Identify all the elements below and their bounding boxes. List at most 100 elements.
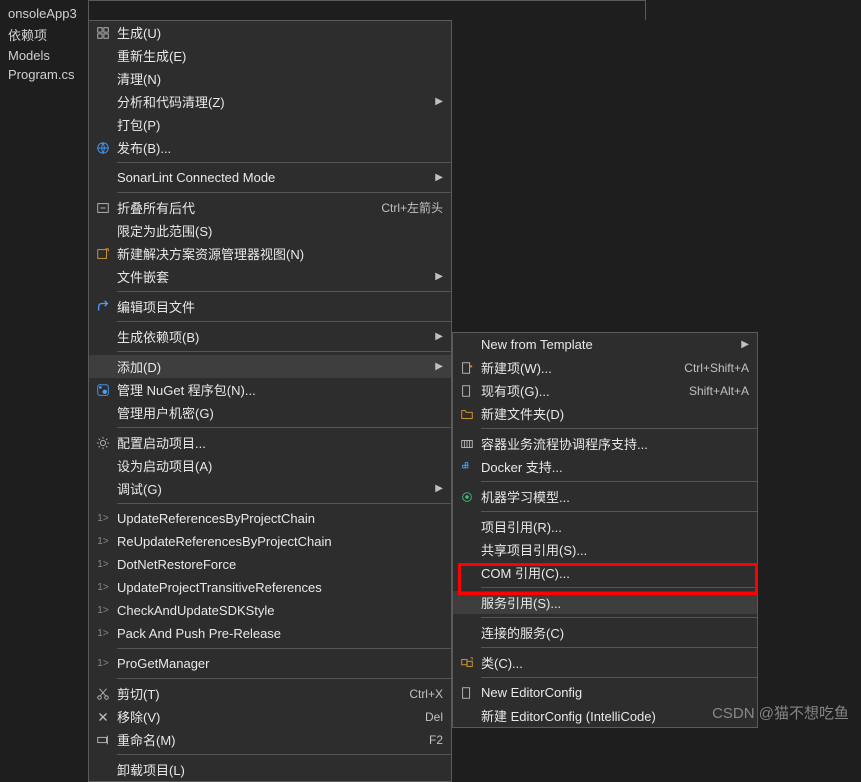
menu-item[interactable]: 共享项目引用(S)... — [453, 538, 757, 561]
menu-item[interactable]: New EditorConfig — [453, 681, 757, 704]
ps-icon: 1> — [89, 536, 117, 547]
menu-label: 服务引用(S)... — [481, 593, 749, 612]
watermark: CSDN @猫不想吃鱼 — [712, 702, 849, 723]
folder-icon — [453, 407, 481, 421]
menu-item[interactable]: 新建解决方案资源管理器视图(N) — [89, 242, 451, 265]
menu-item[interactable]: 新建项(W)...Ctrl+Shift+A — [453, 356, 757, 379]
menu-label: 发布(B)... — [117, 138, 443, 157]
ps-icon: 1> — [89, 559, 117, 570]
ml-icon — [453, 490, 481, 504]
menu-label: DotNetRestoreForce — [117, 557, 443, 572]
menu-shortcut: Ctrl+左箭头 — [381, 199, 443, 216]
menu-separator — [481, 587, 757, 588]
menu-item[interactable]: SonarLint Connected Mode ▶ — [89, 166, 451, 189]
menu-separator — [117, 754, 451, 755]
menu-item[interactable]: 分析和代码清理(Z)▶ — [89, 90, 451, 113]
menu-item[interactable]: 1>UpdateProjectTransitiveReferences — [89, 576, 451, 599]
menu-item[interactable]: COM 引用(C)... — [453, 561, 757, 584]
menu-label: 新建 EditorConfig (IntelliCode) — [481, 706, 749, 725]
menu-separator — [481, 617, 757, 618]
ps-icon: 1> — [89, 582, 117, 593]
menu-item[interactable]: 折叠所有后代 Ctrl+左箭头 — [89, 196, 451, 219]
menu-item[interactable]: New from Template▶ — [453, 333, 757, 356]
menu-item[interactable]: 打包(P) — [89, 113, 451, 136]
menu-separator — [117, 321, 451, 322]
menu-item[interactable]: 编辑项目文件 — [89, 295, 451, 318]
menu-item[interactable]: 类(C)... — [453, 651, 757, 674]
tree-item-models[interactable]: Models — [0, 46, 88, 65]
file-icon — [453, 686, 481, 700]
tree-item-deps[interactable]: 依赖项 — [0, 23, 88, 46]
menu-separator — [117, 162, 451, 163]
menu-item[interactable]: 移除(V)Del — [89, 705, 451, 728]
menu-item[interactable]: 1>CheckAndUpdateSDKStyle — [89, 599, 451, 622]
menu-item[interactable]: 机器学习模型... — [453, 485, 757, 508]
menu-item[interactable]: 配置启动项目... — [89, 431, 451, 454]
menu-label: 调试(G) — [117, 479, 427, 498]
menu-item[interactable]: 1>UpdateReferencesByProjectChain — [89, 507, 451, 530]
menu-label: 折叠所有后代 — [117, 198, 361, 217]
menu-item[interactable]: 重命名(M)F2 — [89, 728, 451, 751]
menu-item[interactable]: 新建文件夹(D) — [453, 402, 757, 425]
menu-shortcut: Ctrl+X — [409, 687, 443, 701]
menu-item[interactable]: 1>Pack And Push Pre-Release — [89, 622, 451, 645]
menu-label: 管理 NuGet 程序包(N)... — [117, 380, 443, 399]
menu-label: Pack And Push Pre-Release — [117, 626, 443, 641]
menu-label: 重新生成(E) — [117, 46, 443, 65]
existing-item-icon — [453, 384, 481, 398]
tree-project[interactable]: onsoleApp3 — [0, 4, 88, 23]
menu-item[interactable]: 卸载项目(L) — [89, 758, 451, 781]
menu-item[interactable]: 连接的服务(C) — [453, 621, 757, 644]
menu-label: ProGetManager — [117, 656, 443, 671]
menu-label: 添加(D) — [117, 357, 427, 376]
menu-shortcut: Del — [425, 710, 443, 724]
menu-separator — [117, 192, 451, 193]
delete-icon — [89, 710, 117, 724]
menu-label: 新建解决方案资源管理器视图(N) — [117, 244, 443, 263]
menu-item[interactable]: 项目引用(R)... — [453, 515, 757, 538]
menu-label: 生成依赖项(B) — [117, 327, 427, 346]
menu-label: 卸载项目(L) — [117, 760, 443, 779]
menu-item[interactable]: 重新生成(E) — [89, 44, 451, 67]
menu-item[interactable]: 现有项(G)...Shift+Alt+A — [453, 379, 757, 402]
menu-item[interactable]: 添加(D) ▶ — [89, 355, 451, 378]
menu-separator — [481, 647, 757, 648]
cut-icon — [89, 687, 117, 701]
tree-item-program[interactable]: Program.cs — [0, 65, 88, 84]
class-icon — [453, 656, 481, 670]
menu-label: SonarLint Connected Mode — [117, 170, 427, 185]
menu-label: 新建项(W)... — [481, 358, 664, 377]
menu-item[interactable]: 管理用户机密(G) — [89, 401, 451, 424]
menu-item[interactable]: 管理 NuGet 程序包(N)... — [89, 378, 451, 401]
menu-item[interactable]: 调试(G)▶ — [89, 477, 451, 500]
submenu-arrow-icon: ▶ — [435, 361, 443, 372]
gear-icon — [89, 436, 117, 450]
menu-item[interactable]: 生成(U) — [89, 21, 451, 44]
docker-icon — [453, 460, 481, 474]
menu-item[interactable]: 发布(B)... — [89, 136, 451, 159]
context-menu-add: New from Template▶新建项(W)...Ctrl+Shift+A现… — [452, 332, 758, 728]
menu-item[interactable]: 1>ProGetManager — [89, 652, 451, 675]
menu-label: 打包(P) — [117, 115, 443, 134]
submenu-arrow-icon: ▶ — [435, 96, 443, 107]
submenu-arrow-icon: ▶ — [435, 172, 443, 183]
menu-item[interactable]: 文件嵌套▶ — [89, 265, 451, 288]
menu-item[interactable]: 限定为此范围(S) — [89, 219, 451, 242]
menu-label: ReUpdateReferencesByProjectChain — [117, 534, 443, 549]
ps-icon: 1> — [89, 605, 117, 616]
menu-item[interactable]: 生成依赖项(B)▶ — [89, 325, 451, 348]
context-menu-main: 生成(U) 重新生成(E) 清理(N)分析和代码清理(Z)▶ 打包(P) 发布(B)..… — [88, 20, 452, 782]
menu-item[interactable]: 1>DotNetRestoreForce — [89, 553, 451, 576]
menu-item[interactable]: 剪切(T)Ctrl+X — [89, 682, 451, 705]
menu-item[interactable]: Docker 支持... — [453, 455, 757, 478]
menu-item[interactable]: 服务引用(S)... — [453, 591, 757, 614]
menu-label: 限定为此范围(S) — [117, 221, 443, 240]
menu-label: 现有项(G)... — [481, 381, 669, 400]
menu-item[interactable]: 1>ReUpdateReferencesByProjectChain — [89, 530, 451, 553]
menu-item[interactable]: 设为启动项目(A) — [89, 454, 451, 477]
menu-label: 生成(U) — [117, 23, 443, 42]
menu-item[interactable]: 清理(N) — [89, 67, 451, 90]
menu-item[interactable]: 容器业务流程协调程序支持... — [453, 432, 757, 455]
menu-label: 共享项目引用(S)... — [481, 540, 749, 559]
rename-icon — [89, 733, 117, 747]
